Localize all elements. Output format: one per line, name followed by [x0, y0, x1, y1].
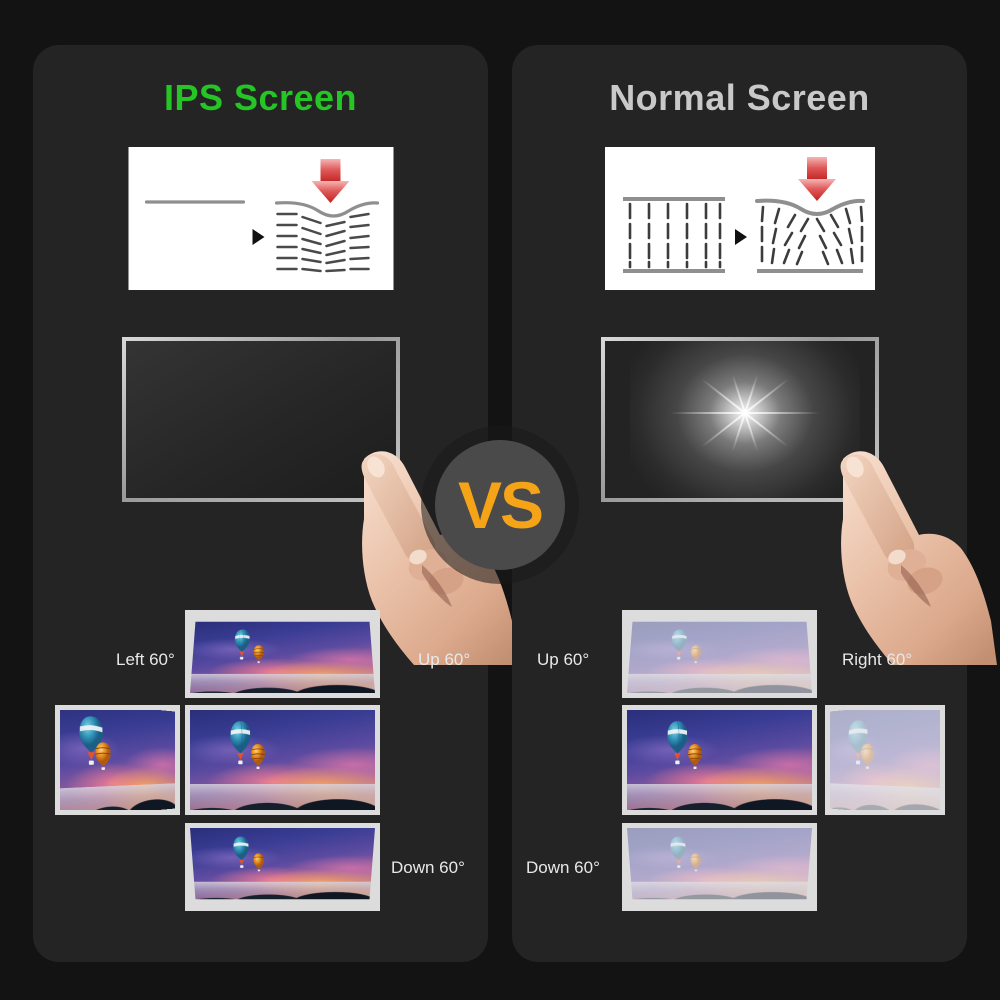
pressure-ripple-glow [629, 341, 860, 498]
normal-screen-surface [604, 341, 875, 498]
normal-angle-thumb-center [622, 705, 817, 815]
ips-angle-label-left: Left 60° [116, 650, 175, 669]
normal-angle-thumb-up [622, 610, 817, 698]
normal-touch-test-block [512, 337, 997, 665]
ips-crystal-diagram-card [128, 147, 393, 290]
normal-angle-thumb-down [622, 823, 817, 911]
ips-angle-thumb-center [185, 705, 380, 815]
panel-title-normal: Normal Screen [609, 77, 870, 118]
normal-angle-label-right: Right 60° [842, 650, 913, 669]
arrow-right-icon [734, 229, 747, 245]
normal-angle-label-up: Up 60° [537, 650, 590, 669]
normal-monitor [600, 337, 879, 502]
normal-angle-label-down: Down 60° [526, 858, 600, 877]
normal-crystal-diagram-card [604, 147, 875, 290]
panel-ips-screen: IPS Screen Up 60° Left 60° Down 60° [33, 45, 518, 962]
ips-angle-label-up: Up 60° [418, 650, 471, 669]
normal-crystal-alignment-icon [622, 157, 865, 273]
ips-viewing-angle-grid: Up 60° Left 60° Down 60° [33, 610, 488, 930]
ips-screen-surface [125, 341, 396, 498]
vs-badge: VS [435, 440, 565, 570]
pressure-arrow-icon [797, 157, 836, 201]
ips-crystal-alignment-icon [144, 159, 379, 273]
pressure-arrow-icon [311, 159, 349, 203]
ips-angle-label-down: Down 60° [391, 858, 465, 877]
ips-angle-thumb-left [55, 705, 180, 815]
ips-angle-thumb-down [185, 823, 380, 911]
panel-normal-screen: Normal Screen Up 60° Right 60° Down 60° [512, 45, 997, 962]
ips-monitor [121, 337, 400, 502]
vs-label: VS [457, 468, 544, 542]
ips-angle-thumb-up [185, 610, 380, 698]
normal-viewing-angle-grid: Up 60° Right 60° Down 60° [512, 610, 967, 930]
normal-angle-thumb-right [825, 705, 945, 815]
ips-touch-test-block [33, 337, 518, 665]
panel-title-ips: IPS Screen [163, 77, 358, 118]
arrow-right-icon [252, 229, 264, 245]
